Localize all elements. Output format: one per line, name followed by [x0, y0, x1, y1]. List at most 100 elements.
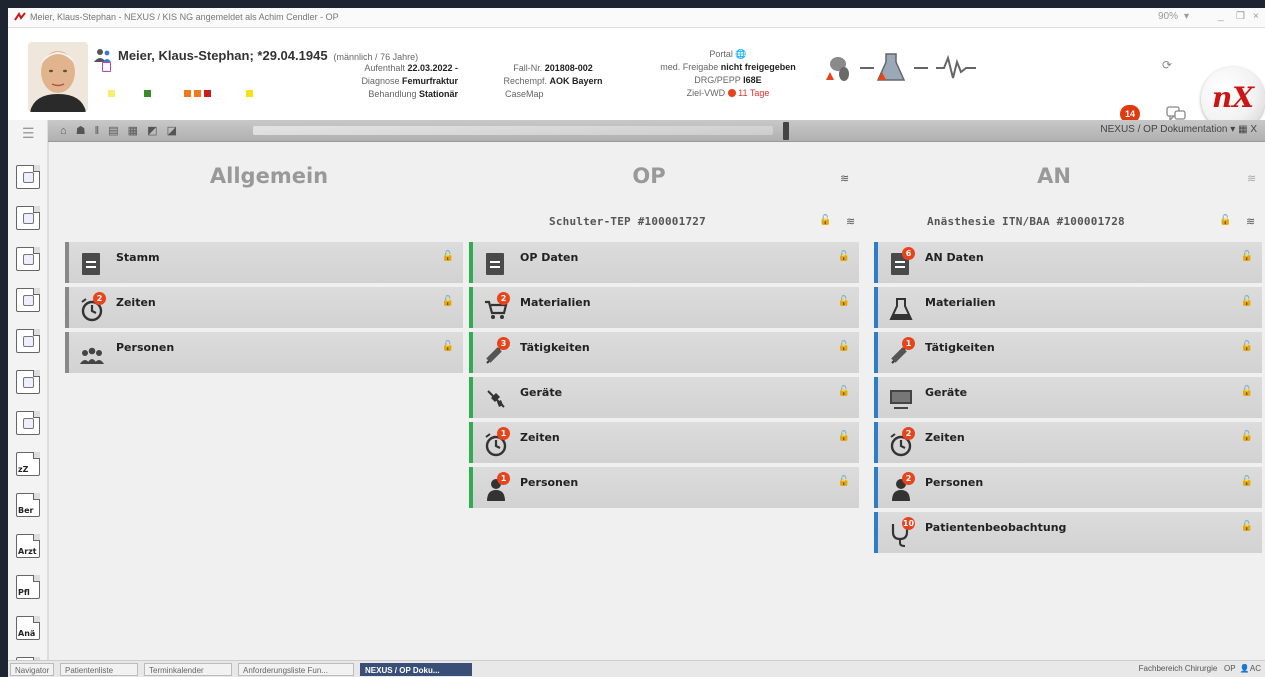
drg-row: DRG/PEPP I68E [648, 74, 808, 87]
nav-row-op-materialien[interactable]: 2 Materialien 🔓 [469, 287, 859, 328]
nav-row-an-personen[interactable]: 2 Personen 🔓 [874, 467, 1262, 508]
sidebar-glyph [23, 295, 34, 306]
patient-demographics: (männlich / 76 Jahre) [333, 52, 419, 62]
nav-row-an-an daten[interactable]: 6 AN Daten 🔓 [874, 242, 1262, 283]
release-info: Portal 🌐 med. Freigabe nicht freigegeben… [648, 48, 808, 100]
report-ana-icon[interactable]: Anä [16, 616, 40, 640]
module-context-label[interactable]: NEXUS / OP Dokumentation [1100, 124, 1227, 135]
stack-icon[interactable]: ≋ [840, 172, 849, 185]
scanner-icon[interactable] [16, 206, 40, 230]
bottom-tab[interactable]: Terminkalender [144, 663, 232, 676]
portal-row[interactable]: Portal 🌐 [648, 48, 808, 61]
patient-photo[interactable] [28, 42, 88, 112]
nav-row-an-patientenbeobachtung[interactable]: 10 Patientenbeobachtung 🔓 [874, 512, 1262, 553]
vwd-row: Ziel-VWD 11 Tage [648, 87, 808, 100]
blurred-breadcrumb [253, 126, 773, 135]
unplugged-icon [487, 390, 505, 408]
workflow-status-icons[interactable] [816, 42, 996, 86]
unlock-icon[interactable]: 🔓 [819, 215, 831, 226]
patient-name[interactable]: Meier, Klaus-Stephan; *29.04.1945 [118, 48, 328, 63]
unlock-icon[interactable]: 🔓 [1241, 476, 1253, 487]
unlock-icon[interactable]: 🔓 [1219, 215, 1231, 226]
person-info-icon[interactable] [16, 411, 40, 435]
page-corner [33, 165, 40, 172]
bottom-tab[interactable]: Navigator [10, 663, 54, 676]
nav-row-op-personen[interactable]: 1 Personen 🔓 [469, 467, 859, 508]
nav-row-an-materialien[interactable]: Materialien 🔓 [874, 287, 1262, 328]
bottom-tab[interactable]: Patientenliste [60, 663, 138, 676]
nav-row-op-geräte[interactable]: Geräte 🔓 [469, 377, 859, 418]
minimize-icon[interactable]: _ [1218, 11, 1224, 22]
stack-icon[interactable]: ≋ [1247, 172, 1256, 185]
report-ber-icon[interactable]: Ber [16, 493, 40, 517]
unlock-icon[interactable]: 🔓 [1241, 296, 1253, 307]
flask-icon [889, 298, 913, 320]
sync-icon[interactable]: ⟳ [1162, 58, 1172, 72]
column-title-allgemein: Allgemein [209, 164, 329, 188]
nav-row-allgemein-stamm[interactable]: Stamm 🔓 [65, 242, 463, 283]
casemap-link[interactable]: CaseMap [478, 88, 628, 101]
lab-icon[interactable] [16, 165, 40, 189]
unlock-icon[interactable]: 🔓 [442, 251, 454, 262]
column-title-op: OP [632, 164, 666, 188]
unlock-icon[interactable]: 🔓 [838, 341, 850, 352]
diagnose-value: Femurfraktur [401, 76, 458, 86]
restore-icon[interactable]: ❐ [1236, 11, 1245, 22]
unlock-icon[interactable]: 🔓 [1241, 251, 1253, 262]
alarm-bell-icon[interactable] [16, 288, 40, 312]
nav-row-an-zeiten[interactable]: 2 Zeiten 🔓 [874, 422, 1262, 463]
nav-row-op-zeiten[interactable]: 1 Zeiten 🔓 [469, 422, 859, 463]
nav-row-label: Stamm [116, 251, 160, 264]
nav-row-label: Zeiten [116, 296, 156, 309]
nav-row-an-geräte[interactable]: Geräte 🔓 [874, 377, 1262, 418]
dropdown-icon[interactable]: ▾ [1230, 124, 1235, 135]
bottom-tab[interactable]: NEXUS / OP Doku... [360, 663, 472, 676]
unlock-icon[interactable]: 🔓 [1241, 386, 1253, 397]
zoom-level[interactable]: 90% [1158, 11, 1178, 22]
unlock-icon[interactable]: 🔓 [442, 341, 454, 352]
monitor-icon [890, 390, 912, 409]
count-badge: 1 [497, 472, 510, 485]
close-module-icon[interactable]: X [1250, 124, 1257, 135]
hamburger-menu-icon[interactable]: ☰ [22, 125, 35, 142]
close-window-icon[interactable]: × [1253, 11, 1259, 22]
unlock-icon[interactable]: 🔓 [838, 251, 850, 262]
unlock-icon[interactable]: 🔓 [838, 296, 850, 307]
document-search-icon[interactable] [16, 247, 40, 271]
transfer-icon[interactable] [16, 370, 40, 394]
stack-icon[interactable]: ≋ [846, 215, 855, 228]
bottom-tab[interactable]: Anforderungsliste Fun... [238, 663, 354, 676]
unlock-icon[interactable]: 🔓 [442, 296, 454, 307]
nav-row-allgemein-personen[interactable]: Personen 🔓 [65, 332, 463, 373]
report-arzt-icon[interactable]: Arzt [16, 534, 40, 558]
report-pfl-icon[interactable]: Pfl [16, 575, 40, 599]
nav-row-allgemein-zeiten[interactable]: 2 Zeiten 🔓 [65, 287, 463, 328]
sidebar-glyph [23, 336, 34, 347]
unlock-icon[interactable]: 🔓 [1241, 521, 1253, 532]
document-icon[interactable] [102, 62, 111, 72]
op-subtitle[interactable]: Schulter-TEP #100001727 [549, 215, 706, 228]
bottom-taskbar: Navigator Patientenliste Terminkalender Anf… [8, 660, 1265, 677]
page-corner [33, 329, 40, 336]
sleep-icon[interactable]: zZ [16, 452, 40, 476]
window-title: Meier, Klaus-Stephan - NEXUS / KIS NG an… [30, 12, 339, 22]
nav-row-op-tätigkeiten[interactable]: 3 Tätigkeiten 🔓 [469, 332, 859, 373]
unlock-icon[interactable]: 🔓 [838, 431, 850, 442]
unlock-icon[interactable]: 🔓 [838, 476, 850, 487]
grid-icon[interactable]: ▦ [1238, 124, 1247, 135]
zoom-dropdown-icon[interactable]: ▾ [1184, 11, 1189, 22]
unlock-icon[interactable]: 🔓 [1241, 341, 1253, 352]
status-square-4 [194, 90, 201, 97]
user[interactable]: AC [1250, 664, 1261, 673]
unlock-icon[interactable]: 🔓 [838, 386, 850, 397]
patient-id-icon[interactable] [16, 329, 40, 353]
toolbar-icons[interactable]: ⌂ ☗ ‖ ▤ ▦ ◩ ◪ [60, 124, 180, 137]
stack-icon[interactable]: ≋ [1246, 215, 1255, 228]
nav-row-label: Tätigkeiten [925, 341, 995, 354]
status-square-5 [204, 90, 211, 97]
nav-row-op-op daten[interactable]: OP Daten 🔓 [469, 242, 859, 283]
nav-row-an-tätigkeiten[interactable]: 1 Tätigkeiten 🔓 [874, 332, 1262, 373]
unlock-icon[interactable]: 🔓 [1241, 431, 1253, 442]
an-subtitle[interactable]: Anästhesie ITN/BAA #100001728 [927, 215, 1125, 228]
nav-row-label: Geräte [925, 386, 968, 399]
